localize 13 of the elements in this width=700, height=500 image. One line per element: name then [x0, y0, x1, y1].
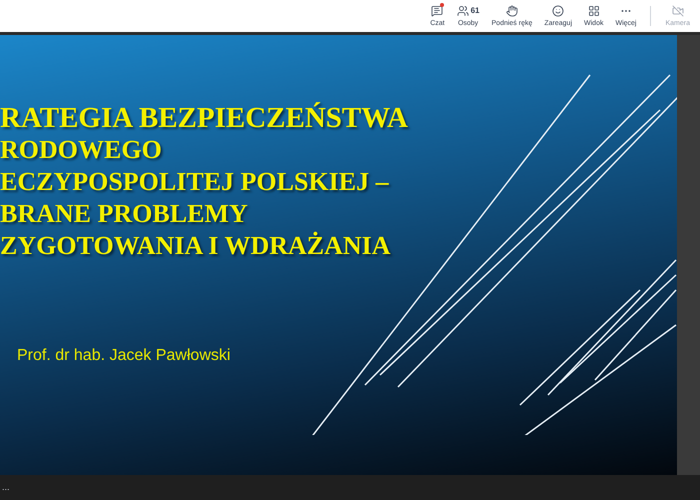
slide-title-line: RATEGIA BEZPIECZEŃSTWA	[0, 102, 408, 134]
more-text: ...	[2, 480, 10, 494]
chat-icon	[431, 4, 444, 16]
smiley-icon	[552, 4, 564, 16]
slide-title-line: ZYGOTOWANIA I WDRAŻANIA	[0, 230, 392, 262]
slide-title-line: RODOWEGO	[0, 134, 163, 166]
slide-author: Prof. dr hab. Jacek Pawłowski	[17, 346, 230, 366]
hand-icon	[506, 4, 518, 16]
slide-title-line: BRANE PROBLEMY	[0, 198, 249, 230]
grid-icon	[588, 4, 600, 16]
slide-title-line: ECZYPOSPOLITEJ POLSKIEJ –	[0, 166, 390, 198]
people-icon	[456, 4, 469, 16]
camera-off-icon	[672, 4, 684, 16]
